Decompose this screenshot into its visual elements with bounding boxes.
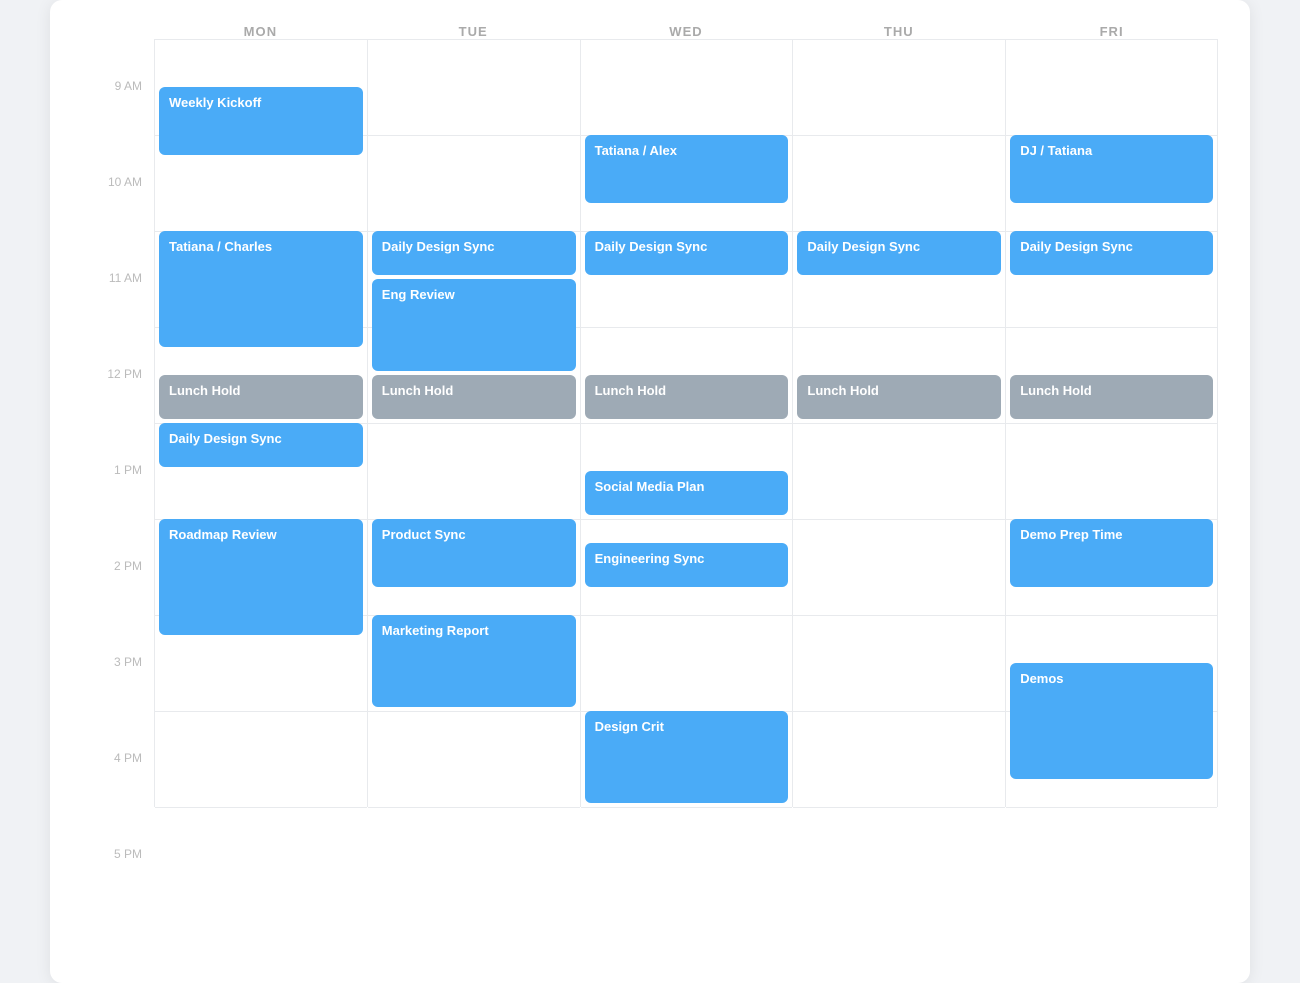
time-12pm: 12 PM	[82, 367, 154, 463]
day-headers: MON TUE WED THU FRI	[82, 24, 1218, 39]
calendar-event[interactable]: Eng Review	[372, 279, 576, 371]
calendar-event[interactable]: Weekly Kickoff	[159, 87, 363, 155]
day-header-tue: TUE	[367, 24, 580, 39]
calendar-event[interactable]: Daily Design Sync	[1010, 231, 1213, 275]
time-10am: 10 AM	[82, 175, 154, 271]
hour-line	[581, 39, 793, 40]
time-column: 9 AM 10 AM 11 AM 12 PM 1 PM 2 PM 3 PM 4 …	[82, 39, 154, 951]
time-11am: 11 AM	[82, 271, 154, 367]
calendar-grid: 9 AM 10 AM 11 AM 12 PM 1 PM 2 PM 3 PM 4 …	[82, 39, 1218, 951]
calendar-event[interactable]: Lunch Hold	[585, 375, 789, 419]
hour-line	[793, 519, 1005, 520]
hour-line	[793, 39, 1005, 40]
calendar-event[interactable]: Product Sync	[372, 519, 576, 587]
calendar-event[interactable]: Lunch Hold	[159, 375, 363, 419]
calendar-event[interactable]: Tatiana / Alex	[585, 135, 789, 203]
hour-line	[155, 807, 367, 808]
calendar-container: MON TUE WED THU FRI 9 AM 10 AM 11 AM 12 …	[50, 0, 1250, 983]
col-fri: DJ / Tatiana Daily Design Sync Lunch Hold D…	[1005, 39, 1218, 807]
calendar-event[interactable]: Daily Design Sync	[159, 423, 363, 467]
day-header-thu: THU	[792, 24, 1005, 39]
hour-line	[1006, 327, 1217, 328]
hour-line	[793, 711, 1005, 712]
calendar-event[interactable]: Lunch Hold	[797, 375, 1001, 419]
time-9am: 9 AM	[82, 79, 154, 175]
calendar-event[interactable]: Tatiana / Charles	[159, 231, 363, 347]
day-header-mon: MON	[154, 24, 367, 39]
day-header-fri: FRI	[1005, 24, 1218, 39]
hour-line	[1006, 807, 1217, 808]
calendar-event[interactable]: Daily Design Sync	[797, 231, 1001, 275]
calendar-event[interactable]: Social Media Plan	[585, 471, 789, 515]
hour-line	[581, 615, 793, 616]
hour-line	[368, 135, 580, 136]
calendar-event[interactable]: Design Crit	[585, 711, 789, 803]
calendar-event[interactable]: Demos	[1010, 663, 1213, 779]
hour-line	[368, 423, 580, 424]
hour-line	[1006, 423, 1217, 424]
hour-line	[793, 327, 1005, 328]
hour-line	[368, 39, 580, 40]
hour-line	[1006, 39, 1217, 40]
hour-line	[581, 423, 793, 424]
calendar-event[interactable]: Demo Prep Time	[1010, 519, 1213, 587]
hour-line	[1006, 615, 1217, 616]
col-wed: Tatiana / Alex Daily Design Sync Lunch Hol…	[580, 39, 793, 807]
col-mon: Weekly Kickoff Tatiana / Charles Lunch Hol…	[154, 39, 367, 807]
calendar-event[interactable]: Daily Design Sync	[372, 231, 576, 275]
time-2pm: 2 PM	[82, 559, 154, 655]
time-header	[82, 24, 154, 39]
time-5pm: 5 PM	[82, 847, 154, 943]
calendar-event[interactable]: Lunch Hold	[1010, 375, 1213, 419]
day-header-wed: WED	[580, 24, 793, 39]
calendar-event[interactable]: DJ / Tatiana	[1010, 135, 1213, 203]
hour-line	[581, 327, 793, 328]
time-3pm: 3 PM	[82, 655, 154, 751]
hour-line	[793, 807, 1005, 808]
hour-line	[368, 807, 580, 808]
hour-line	[793, 423, 1005, 424]
calendar-event[interactable]: Engineering Sync	[585, 543, 789, 587]
hour-line	[581, 519, 793, 520]
hour-line	[368, 711, 580, 712]
col-tue: Daily Design SyncEng ReviewLunch Hold Pro…	[367, 39, 580, 807]
hour-line	[155, 711, 367, 712]
calendar-event[interactable]: Daily Design Sync	[585, 231, 789, 275]
time-1pm: 1 PM	[82, 463, 154, 559]
calendar-event[interactable]: Lunch Hold	[372, 375, 576, 419]
hour-line	[793, 615, 1005, 616]
time-4pm: 4 PM	[82, 751, 154, 847]
col-thu: Daily Design Sync Lunch Hold	[792, 39, 1005, 807]
hour-line	[581, 807, 793, 808]
calendar-event[interactable]: Roadmap Review	[159, 519, 363, 635]
calendar-event[interactable]: Marketing Report	[372, 615, 576, 707]
hour-line	[155, 39, 367, 40]
hour-line	[793, 135, 1005, 136]
